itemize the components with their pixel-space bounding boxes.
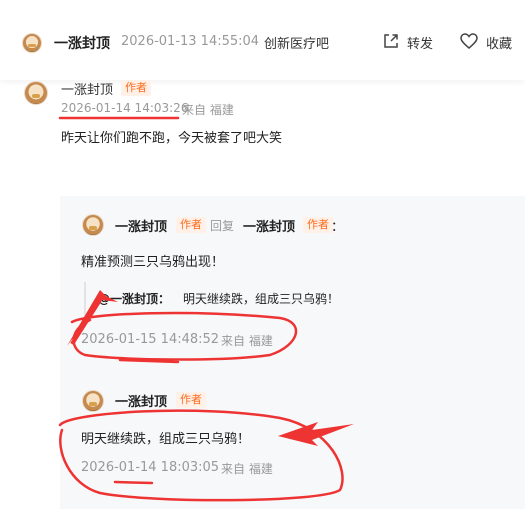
header-timestamp: 2026-01-13 14:55:04 [121,34,260,49]
reply-timestamp: 2026-01-15 14:48:52 [81,332,220,347]
reply-author-tag: 作者 [176,217,206,233]
favorite-label: 收藏 [486,37,513,52]
reply-location: 来自 福建 [221,462,273,476]
header-author-name[interactable]: 一涨封顶 [54,33,110,53]
header-avatar[interactable] [22,33,42,53]
quote-mention[interactable]: @一涨封顶： [98,290,170,307]
reply-to-author-tag: 作者 [303,217,333,233]
share-icon [382,32,400,50]
reply-word: 回复 [210,219,235,233]
reply-avatar[interactable] [82,214,104,236]
reply-author-tag: 作者 [176,392,206,408]
reply-timestamp: 2026-01-14 18:03:05 [81,460,220,475]
top-bar: 一涨封顶 2026-01-13 14:55:04 创新医疗吧 转发 收藏 [0,0,525,80]
post-text: 昨天让你们跑不跑，今天被套了吧大笑 [61,131,283,146]
post-location: 来自 福建 [182,103,234,117]
post-avatar[interactable] [24,81,48,105]
share-button[interactable]: 转发 [382,30,442,54]
reply-colon: ： [331,220,345,235]
post-author-name[interactable]: 一涨封顶 [61,79,113,98]
quote-text: 明天继续跌，组成三只乌鸦！ [183,292,340,306]
quoted-comment: @一涨封顶： 明天继续跌，组成三只乌鸦！ [84,282,525,316]
post-timestamp: 2026-01-14 14:03:26 [61,101,189,115]
reply-text: 精准预测三只乌鸦出现！ [81,255,225,270]
heart-icon [459,32,479,50]
reply-author-name[interactable]: 一涨封顶 [115,216,167,235]
reply-author-name[interactable]: 一涨封顶 [115,391,167,410]
reply-avatar[interactable] [82,390,104,412]
post-author-tag: 作者 [121,80,151,96]
favorite-button[interactable]: 收藏 [459,30,521,54]
header-forum-link[interactable]: 创新医疗吧 [264,33,329,52]
reply-text: 明天继续跌，组成三只乌鸦！ [81,432,251,447]
share-label: 转发 [407,37,434,52]
reply-location: 来自 福建 [221,334,273,348]
reply-to-name[interactable]: 一涨封顶 [243,216,295,235]
